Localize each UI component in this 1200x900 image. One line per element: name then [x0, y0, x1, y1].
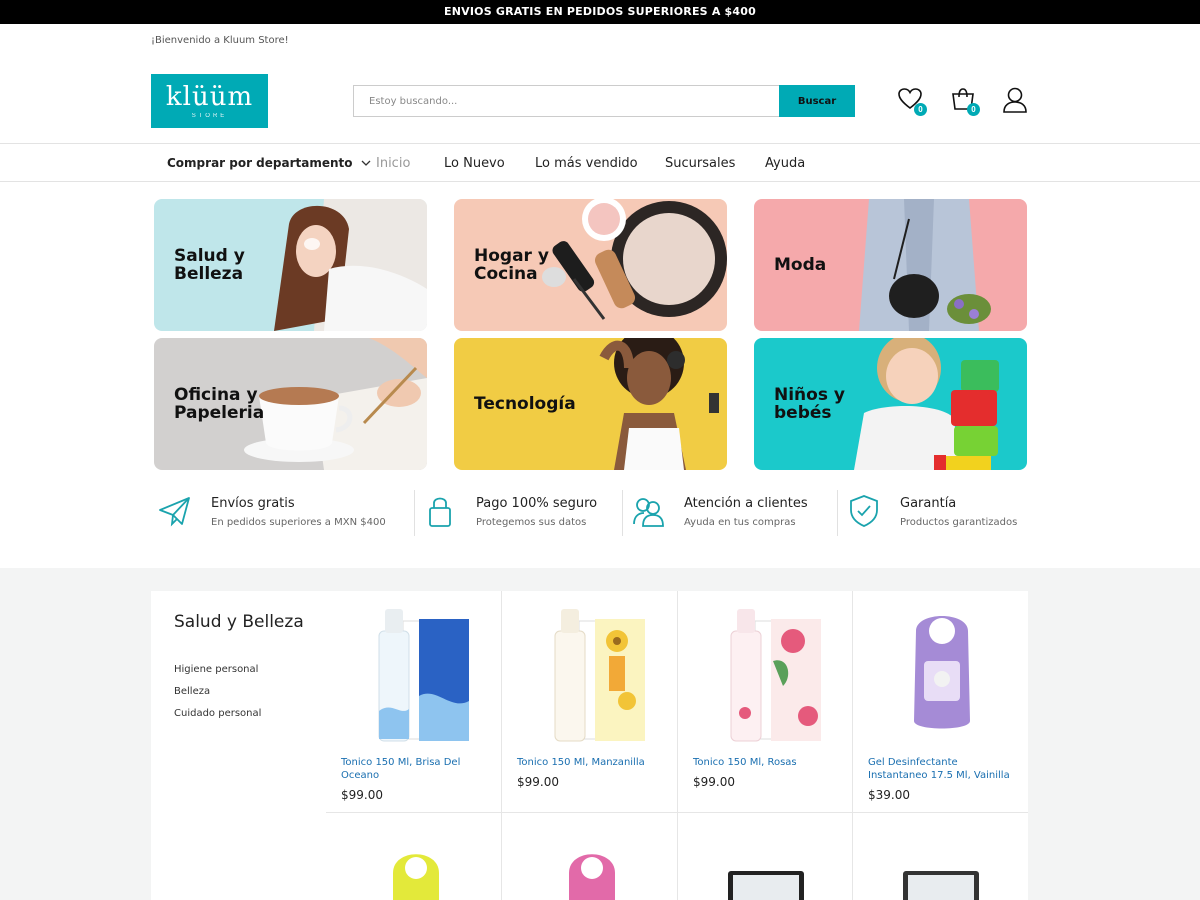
product-image: [914, 616, 970, 729]
category-tile-hogar-cocina[interactable]: Hogar y Cocina: [454, 199, 727, 331]
support-icon: [633, 498, 664, 527]
category-tile-salud-belleza[interactable]: Salud y Belleza: [154, 199, 427, 331]
product-card[interactable]: Tonico 150 Ml, Rosas $99.00: [677, 591, 853, 813]
category-tile-moda[interactable]: Moda: [754, 199, 1027, 331]
product-image: [728, 871, 804, 900]
product-card[interactable]: [326, 813, 502, 900]
feature-free-shipping: Envíos gratis En pedidos superiores a MX…: [158, 490, 408, 536]
feature-title: Envíos gratis: [211, 496, 295, 511]
search-button[interactable]: Buscar: [779, 85, 855, 117]
product-name[interactable]: Gel Desinfectante Instantaneo 17.5 Ml, V…: [868, 756, 1018, 782]
wishlist-count: 0: [914, 103, 927, 116]
product-image: [393, 854, 439, 900]
welcome-message: ¡Bienvenido a Kluum Store!: [151, 35, 289, 46]
promo-text: ENVIOS GRATIS EN PEDIDOS SUPERIORES A $4…: [444, 5, 756, 18]
feature-subtitle: En pedidos superiores a MXN $400: [211, 517, 386, 528]
product-image: [569, 854, 615, 900]
cart-button[interactable]: 0: [950, 86, 980, 116]
department-menu[interactable]: Comprar por departamento: [167, 156, 371, 170]
user-icon: [1003, 87, 1027, 113]
nav-mas-vendido[interactable]: Lo más vendido: [535, 156, 638, 171]
feature-subtitle: Protegemos sus datos: [476, 517, 587, 528]
product-name[interactable]: Tonico 150 Ml, Brisa Del Oceano: [341, 756, 491, 782]
product-card[interactable]: [501, 813, 677, 900]
feature-title: Garantía: [900, 496, 957, 511]
category-label: Niños y bebés: [774, 385, 845, 423]
feature-divider: [622, 490, 623, 536]
product-card[interactable]: Gel Desinfectante Instantaneo 17.5 Ml, V…: [852, 591, 1028, 813]
feature-subtitle: Ayuda en tus compras: [684, 517, 796, 528]
product-image: [730, 609, 821, 742]
category-label: Hogar y Cocina: [474, 246, 549, 284]
product-card[interactable]: Tonico 150 Ml, Brisa Del Oceano $99.00: [326, 591, 502, 813]
subcategory-link[interactable]: Belleza: [174, 686, 210, 697]
category-label: Oficina y Papeleria: [174, 385, 265, 423]
search-input[interactable]: [354, 86, 779, 116]
category-label: Moda: [774, 255, 827, 275]
feature-customer-support: Atención a clientes Ayuda en tus compras: [631, 490, 831, 536]
store-logo[interactable]: klüüm STORE: [151, 74, 268, 128]
category-label: Salud y Belleza: [174, 246, 245, 284]
chevron-down-icon: [361, 160, 371, 166]
subcategory-link[interactable]: Higiene personal: [174, 664, 258, 675]
nav-lo-nuevo[interactable]: Lo Nuevo: [444, 156, 505, 171]
search-bar: Buscar: [353, 85, 855, 117]
product-name[interactable]: Tonico 150 Ml, Rosas: [693, 756, 843, 769]
product-card[interactable]: Tonico 150 Ml, Manzanilla $99.00: [501, 591, 677, 813]
product-card[interactable]: [852, 813, 1028, 900]
feature-title: Atención a clientes: [684, 496, 808, 511]
lock-icon: [429, 497, 451, 527]
paper-plane-icon: [159, 497, 190, 527]
feature-secure-payment: Pago 100% seguro Protegemos sus datos: [423, 490, 613, 536]
product-price: $39.00: [868, 788, 910, 802]
product-image: [554, 609, 645, 742]
department-label: Comprar por departamento: [167, 156, 353, 170]
product-image: [903, 871, 979, 900]
logo-subtext: STORE: [191, 113, 228, 119]
nav-inicio[interactable]: Inicio: [376, 156, 410, 171]
nav-sucursales[interactable]: Sucursales: [665, 156, 735, 171]
category-products-panel: Salud y Belleza Higiene personal Belleza…: [151, 591, 1028, 900]
shield-check-icon: [850, 495, 878, 527]
product-image: [378, 609, 469, 742]
feature-divider: [414, 490, 415, 536]
product-card[interactable]: [677, 813, 853, 900]
wishlist-button[interactable]: 0: [897, 86, 927, 116]
logo-text: klüüm: [165, 82, 254, 112]
product-price: $99.00: [693, 775, 735, 789]
product-name[interactable]: Tonico 150 Ml, Manzanilla: [517, 756, 667, 769]
feature-title: Pago 100% seguro: [476, 496, 598, 511]
cart-count: 0: [967, 103, 980, 116]
subcategory-link[interactable]: Cuidado personal: [174, 708, 261, 719]
main-navigation: Comprar por departamento Inicio Lo Nuevo…: [0, 143, 1200, 182]
category-tile-oficina-papeleria[interactable]: Oficina y Papeleria: [154, 338, 427, 470]
feature-subtitle: Productos garantizados: [900, 517, 1018, 528]
section-title: Salud y Belleza: [174, 612, 304, 632]
account-button[interactable]: [1002, 86, 1032, 116]
category-tile-tecnologia[interactable]: Tecnología: [454, 338, 727, 470]
category-tile-ninos-bebes[interactable]: Niños y bebés: [754, 338, 1027, 470]
nav-ayuda[interactable]: Ayuda: [765, 156, 805, 171]
feature-divider: [837, 490, 838, 536]
category-label: Tecnología: [474, 394, 576, 414]
product-price: $99.00: [517, 775, 559, 789]
feature-warranty: Garantía Productos garantizados: [847, 490, 1027, 536]
product-price: $99.00: [341, 788, 383, 802]
promo-banner: ENVIOS GRATIS EN PEDIDOS SUPERIORES A $4…: [0, 0, 1200, 24]
